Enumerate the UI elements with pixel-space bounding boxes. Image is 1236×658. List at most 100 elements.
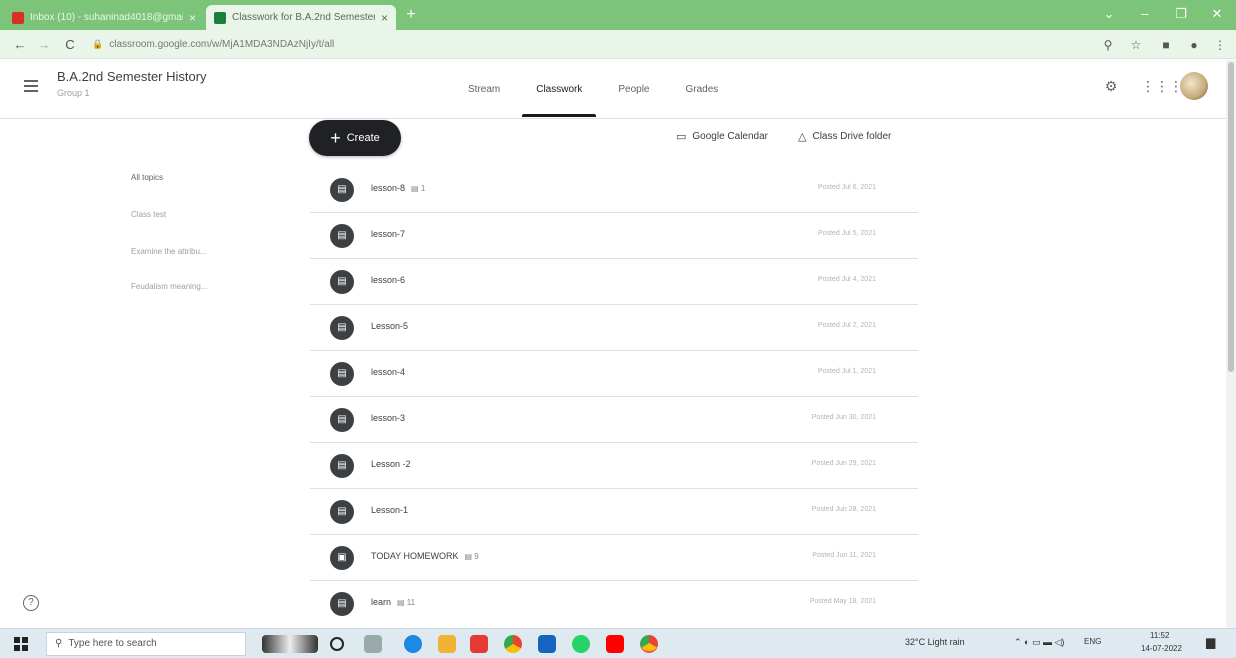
- page-scrollbar[interactable]: [1226, 60, 1236, 628]
- item-date: Posted Jun 29, 2021: [811, 460, 876, 467]
- scroll-thumb[interactable]: [1228, 62, 1234, 372]
- tab-classroom[interactable]: Classwork for B.A.2nd Semester History ×: [206, 5, 396, 30]
- settings-gear-icon[interactable]: ⚙: [1100, 75, 1122, 97]
- bookmark-star-icon[interactable]: ☆: [1126, 35, 1146, 55]
- tab-people[interactable]: People: [600, 59, 667, 119]
- item-title: lesson-7: [371, 229, 406, 239]
- topic-examine[interactable]: Examine the attribu...: [131, 247, 207, 256]
- item-date: Posted May 18, 2021: [809, 598, 876, 605]
- clock-time[interactable]: 11:52: [1150, 631, 1169, 640]
- drive-folder-label: Class Drive folder: [812, 131, 892, 142]
- attachment-count: ▤ 11: [397, 598, 416, 607]
- back-button[interactable]: ←: [10, 35, 30, 55]
- material-icon: ▤: [330, 270, 354, 294]
- material-icon: ▤: [330, 454, 354, 478]
- help-icon[interactable]: ?: [23, 595, 39, 611]
- task-view-icon[interactable]: [364, 635, 382, 653]
- tab-title: Classwork for B.A.2nd Semester History: [232, 12, 375, 23]
- close-tab-icon[interactable]: ×: [381, 11, 388, 25]
- cortana-icon[interactable]: [330, 637, 344, 651]
- list-item[interactable]: ▤ lesson-6 Posted Jul 4, 2021: [310, 259, 918, 305]
- mail-icon[interactable]: [538, 635, 556, 653]
- url-text: classroom.google.com/w/MjA1MDA3NDAzNjIy/…: [109, 39, 335, 50]
- item-date: Posted Jul 1, 2021: [818, 368, 876, 375]
- whatsapp-icon[interactable]: [572, 635, 590, 653]
- topic-class-test[interactable]: Class test: [131, 210, 166, 219]
- tab-title: Inbox (10) - suhaninad4018@gmail.com: [30, 12, 183, 23]
- main-menu-icon[interactable]: [24, 77, 42, 95]
- item-date: Posted Jul 6, 2021: [818, 184, 876, 191]
- topic-feudalism[interactable]: Feudalism meaning...: [131, 282, 207, 291]
- tab-gmail[interactable]: Inbox (10) - suhaninad4018@gmail.com ×: [4, 5, 204, 30]
- weather-status[interactable]: 32°C Light rain: [905, 637, 965, 647]
- youtube-icon[interactable]: [606, 635, 624, 653]
- profile-icon[interactable]: ●: [1184, 35, 1204, 55]
- item-title: lesson-8: [371, 183, 406, 193]
- lock-icon: 🔒: [92, 39, 104, 49]
- tray-icons[interactable]: ⌃ ◐ ▭ ▬ ◁): [1014, 637, 1064, 648]
- item-title: lesson-4: [371, 367, 406, 377]
- reload-button[interactable]: C: [60, 35, 80, 55]
- chrome-active-icon[interactable]: [640, 635, 658, 653]
- create-label: Create: [346, 132, 380, 144]
- class-title[interactable]: B.A.2nd Semester History: [57, 69, 207, 84]
- list-item[interactable]: ▤ lesson-8 ▤ 1 Posted Jul 6, 2021: [310, 167, 918, 213]
- item-title: Lesson-5: [371, 321, 409, 331]
- material-icon: ▤: [330, 500, 354, 524]
- search-icon: ⚲: [55, 638, 63, 649]
- item-date: Posted Jul 5, 2021: [818, 230, 876, 237]
- list-item[interactable]: ▤ Lesson-5 Posted Jul 2, 2021: [310, 305, 918, 351]
- tab-classwork[interactable]: Classwork: [518, 59, 600, 119]
- search-placeholder: Type here to search: [68, 638, 157, 649]
- topic-all[interactable]: All topics: [131, 173, 163, 182]
- close-tab-icon[interactable]: ×: [189, 11, 196, 25]
- list-item[interactable]: ▤ lesson-3 Posted Jun 30, 2021: [310, 397, 918, 443]
- google-calendar-link[interactable]: ▭ Google Calendar: [676, 130, 768, 143]
- file-explorer-icon[interactable]: [438, 635, 456, 653]
- apps-grid-icon[interactable]: ⋮⋮⋮: [1141, 75, 1183, 97]
- language-indicator[interactable]: ENG: [1084, 637, 1101, 646]
- maximize-button[interactable]: ❐: [1166, 6, 1196, 22]
- browser-menu-icon[interactable]: ⋮: [1210, 35, 1230, 55]
- tab-search-icon[interactable]: ⌄: [1094, 6, 1124, 22]
- url-field[interactable]: 🔒 classroom.google.com/w/MjA1MDA3NDAzNjIy…: [92, 34, 1092, 55]
- list-item[interactable]: ▣ TODAY HOMEWORK ▤ 9 Posted Jun 11, 2021: [310, 535, 918, 581]
- material-icon: ▤: [330, 224, 354, 248]
- assignment-icon: ▣: [330, 546, 354, 570]
- windows-taskbar: ⚲ Type here to search 32°C Light rain ⌃ ◐…: [0, 628, 1236, 658]
- item-date: Posted Jun 28, 2021: [811, 506, 876, 513]
- list-item[interactable]: ▤ learn ▤ 11 Posted May 18, 2021: [310, 581, 918, 627]
- list-item[interactable]: ▤ Lesson -2 Posted Jun 29, 2021: [310, 443, 918, 489]
- tab-stream[interactable]: Stream: [450, 59, 518, 119]
- extensions-puzzle-icon[interactable]: ■: [1156, 35, 1176, 55]
- user-avatar[interactable]: [1180, 72, 1208, 100]
- tab-grades[interactable]: Grades: [668, 59, 737, 119]
- search-highlight-image[interactable]: [262, 635, 318, 653]
- minimize-button[interactable]: –: [1130, 6, 1160, 21]
- new-tab-button[interactable]: +: [402, 6, 420, 24]
- windows-start-icon[interactable]: [14, 637, 28, 651]
- list-item[interactable]: ▤ lesson-7 Posted Jul 5, 2021: [310, 213, 918, 259]
- class-nav-tabs: Stream Classwork People Grades: [450, 59, 736, 119]
- forward-button[interactable]: →: [34, 35, 54, 55]
- clock-date[interactable]: 14-07-2022: [1141, 644, 1182, 653]
- item-title: lesson-6: [371, 275, 406, 285]
- extension-icon[interactable]: ⚲: [1098, 35, 1118, 55]
- edge-icon[interactable]: [404, 635, 422, 653]
- chrome-icon[interactable]: [504, 635, 522, 653]
- item-date: Posted Jul 4, 2021: [818, 276, 876, 283]
- class-drive-folder-link[interactable]: △ Class Drive folder: [798, 130, 891, 143]
- close-window-button[interactable]: ✕: [1202, 6, 1232, 22]
- list-item[interactable]: ▤ Lesson-1 Posted Jun 28, 2021: [310, 489, 918, 535]
- class-section: Group 1: [57, 88, 90, 98]
- calendar-icon: ▭: [676, 131, 687, 143]
- list-item[interactable]: ▤ lesson-4 Posted Jul 1, 2021: [310, 351, 918, 397]
- classwork-list: ▤ lesson-8 ▤ 1 Posted Jul 6, 2021 ▤ lesso…: [310, 167, 918, 627]
- taskbar-search-field[interactable]: ⚲ Type here to search: [46, 632, 246, 656]
- classroom-icon: [214, 11, 226, 24]
- material-icon: ▤: [330, 408, 354, 432]
- create-button[interactable]: + Create: [309, 120, 401, 156]
- office-icon[interactable]: [470, 635, 488, 653]
- classroom-header: B.A.2nd Semester History Group 1 Stream …: [0, 59, 1236, 119]
- notification-icon[interactable]: ▆: [1206, 635, 1215, 649]
